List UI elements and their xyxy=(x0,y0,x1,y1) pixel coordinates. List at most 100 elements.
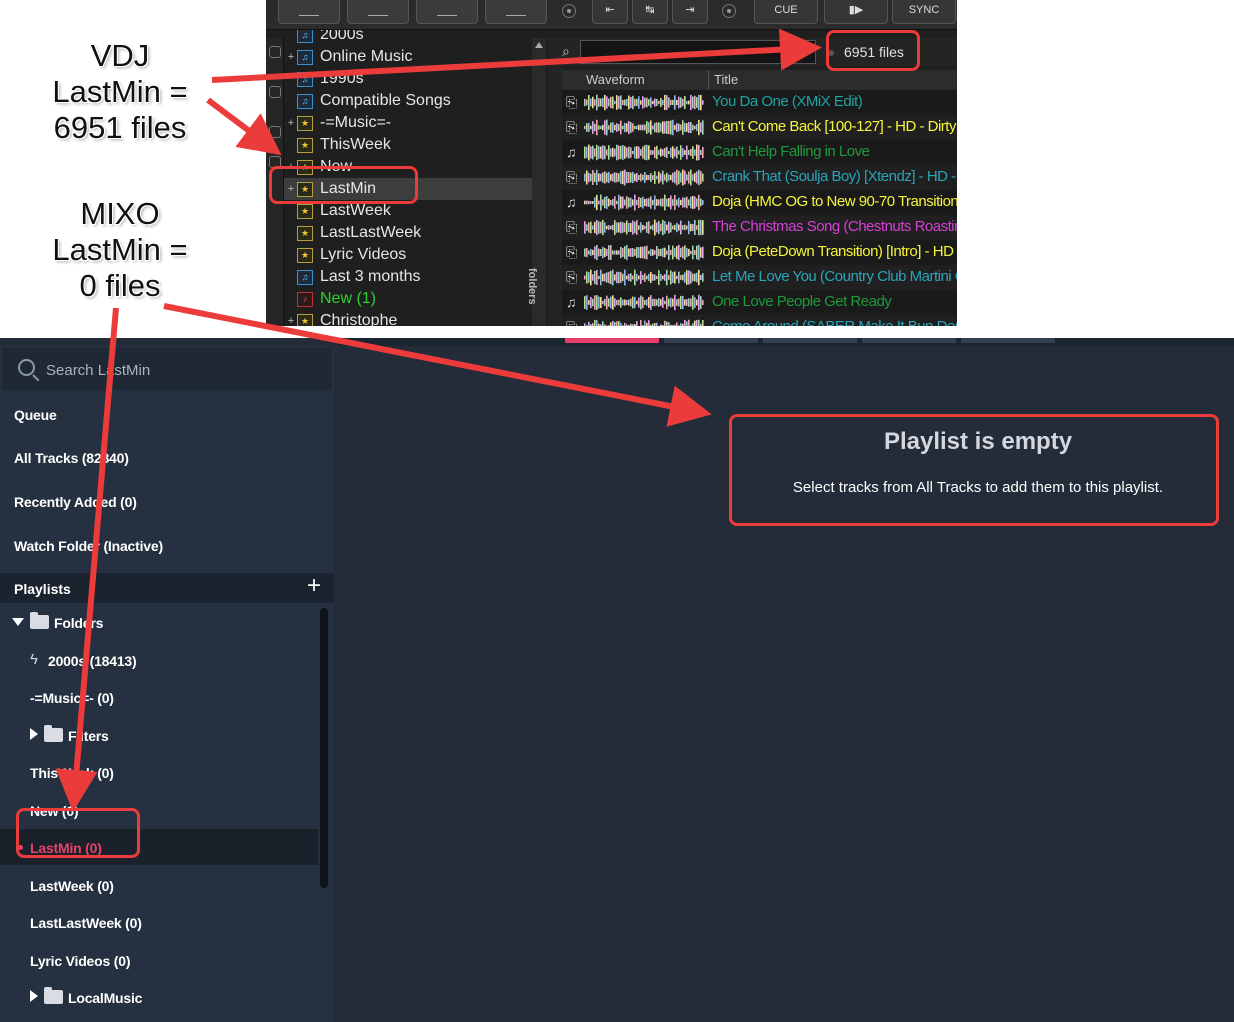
nav-recently-added[interactable]: Recently Added (0) xyxy=(14,494,137,510)
vdj-tree-item[interactable]: + ♫ Online Music xyxy=(284,46,534,68)
mixo-search-bar xyxy=(2,348,332,390)
track-title: Can't Help Falling in Love xyxy=(712,143,870,160)
waveform-thumbnail xyxy=(584,194,704,211)
hotcue-pad-1[interactable] xyxy=(278,0,340,24)
collapse-icon[interactable] xyxy=(30,727,38,740)
vdj-tree-item[interactable]: + ★ Christophe xyxy=(284,310,534,326)
track-row[interactable]: ⎘ You Da One (XMiX Edit) xyxy=(562,90,957,115)
track-row[interactable]: ⎘ Let Me Love You (Country Club Martini C… xyxy=(562,265,957,290)
playlist-item[interactable]: Christophe (0) xyxy=(0,1017,318,1022)
track-row[interactable]: ♫ One Love People Get Ready xyxy=(562,290,957,315)
vdj-folders-tab[interactable]: folders xyxy=(526,38,562,326)
mixo-tab[interactable] xyxy=(763,338,857,343)
annotation-line: 0 files xyxy=(79,268,161,303)
vdj-search-input[interactable] xyxy=(580,40,816,64)
jump-forward-button[interactable]: ⇥ xyxy=(672,0,708,24)
track-title: The Christmas Song (Chestnuts Roasting O… xyxy=(712,218,957,235)
vdj-tree-item[interactable]: ♫ Compatible Songs xyxy=(284,90,534,112)
vdj-tree-item[interactable]: ★ ThisWeek xyxy=(284,134,534,156)
track-row[interactable]: ⎘ Can't Come Back [100-127] - HD - Dirty xyxy=(562,115,957,140)
mixo-tab-active[interactable] xyxy=(565,338,659,343)
mixo-search-input[interactable] xyxy=(46,358,316,382)
nav-all-tracks[interactable]: All Tracks (82840) xyxy=(14,450,129,466)
vdj-tree-item[interactable]: ♫ 2000s xyxy=(284,30,534,46)
vdj-tree-item[interactable]: + ★ -=Music=- xyxy=(284,112,534,134)
play-pause-button[interactable]: ▮▶ xyxy=(824,0,888,24)
music-folder-icon: ♫ xyxy=(297,50,313,65)
vdj-tree-item[interactable]: ★ Lyric Videos xyxy=(284,244,534,266)
video-file-icon: ⎘ xyxy=(566,319,577,326)
playlist-item[interactable]: LastLastWeek (0) xyxy=(0,904,318,940)
waveform-thumbnail xyxy=(584,94,704,111)
filter-folder-icon: ♪ xyxy=(297,292,313,307)
playlist-item[interactable]: ϟ 2000s (18413) xyxy=(0,642,318,678)
track-row[interactable]: ⎘ Doja (PeteDown Transition) [Intro] - HD… xyxy=(562,240,957,265)
expand-icon[interactable]: + xyxy=(286,46,296,68)
arrow-to-vdj-lastmin xyxy=(206,97,282,156)
vdj-tree-item-label: LastLastWeek xyxy=(320,224,422,241)
playlist-item[interactable]: LocalMusic xyxy=(0,979,318,1015)
track-title: Doja (PeteDown Transition) [Intro] - HD … xyxy=(712,243,957,260)
mixo-tab[interactable] xyxy=(862,338,956,343)
sampler-icon[interactable] xyxy=(269,86,281,98)
star-folder-icon: ★ xyxy=(297,204,313,219)
track-row[interactable]: ♫ Doja (HMC OG to New 90-70 Transition Ed… xyxy=(562,190,957,215)
column-divider[interactable] xyxy=(708,70,709,90)
track-row[interactable]: ⎘ Crank That (Soulja Boy) [Xtendz] - HD -… xyxy=(562,165,957,190)
playlist-item[interactable]: ThisWeek (0) xyxy=(0,754,318,790)
folder-icon xyxy=(44,987,63,1004)
search-icon xyxy=(18,359,35,376)
folder-icon xyxy=(44,724,63,742)
effects-icon[interactable] xyxy=(269,46,281,58)
history-icon[interactable] xyxy=(269,126,281,138)
callout-box-vdj-lastmin xyxy=(269,166,418,204)
cue-button[interactable]: CUE xyxy=(754,0,818,24)
hotcue-pad-2[interactable] xyxy=(347,0,409,24)
expand-icon[interactable]: + xyxy=(286,112,296,134)
nav-queue[interactable]: Queue xyxy=(14,407,57,423)
nav-watch-folder[interactable]: Watch Folder (Inactive) xyxy=(14,538,163,554)
playlists-header: Playlists + xyxy=(0,573,334,603)
mixo-annotation-label: MIXO LastMin = 0 files xyxy=(40,196,200,304)
vdj-tree-item[interactable]: ♫ 1990s xyxy=(284,68,534,90)
annotation-line: LastMin = xyxy=(52,74,188,109)
jump-back-button[interactable]: ⇤ xyxy=(592,0,628,24)
mixo-tab[interactable] xyxy=(961,338,1055,343)
video-file-icon: ⎘ xyxy=(566,219,578,235)
loop-button[interactable]: ↹ xyxy=(632,0,668,24)
playlist-item[interactable]: -=Music=- (0) xyxy=(0,679,318,715)
star-folder-icon: ★ xyxy=(297,116,313,131)
playlist-item[interactable]: Filters xyxy=(0,717,318,753)
music-folder-icon: ♫ xyxy=(297,270,313,285)
mixo-tab[interactable] xyxy=(664,338,758,343)
vdj-tree-item-label: New (1) xyxy=(320,290,377,307)
music-folder-icon: ♫ xyxy=(297,30,313,43)
add-playlist-button[interactable]: + xyxy=(302,574,326,599)
mixo-tree-scrollbar[interactable] xyxy=(320,608,328,888)
vdj-tree-item[interactable]: ♪ New (1) xyxy=(284,288,534,310)
vdj-tree-item[interactable]: ★ LastLastWeek xyxy=(284,222,534,244)
hotcue-pad-3[interactable] xyxy=(416,0,478,24)
sync-button[interactable]: SYNC xyxy=(892,0,956,24)
expand-icon[interactable] xyxy=(12,618,24,626)
playlist-item[interactable]: Folders xyxy=(0,604,318,640)
playlist-item[interactable]: Lyric Videos (0) xyxy=(0,942,318,978)
gear-icon[interactable] xyxy=(722,4,736,18)
vdj-tree-item[interactable]: ♫ Last 3 months xyxy=(284,266,534,288)
playlist-item[interactable]: LastWeek (0) xyxy=(0,867,318,903)
track-row[interactable]: ♫ Can't Help Falling in Love xyxy=(562,140,957,165)
mixo-sidebar: Queue All Tracks (82840) Recently Added … xyxy=(0,346,334,1022)
track-row[interactable]: ⎘ The Christmas Song (Chestnuts Roasting … xyxy=(562,215,957,240)
video-file-icon: ⎘ xyxy=(566,94,578,110)
audio-file-icon: ♫ xyxy=(566,294,577,310)
audio-file-icon: ♫ xyxy=(566,194,577,210)
collapse-icon[interactable] xyxy=(30,990,38,1002)
column-title[interactable]: Title xyxy=(714,70,738,90)
vdj-track-list: Waveform Title ⎘ You Da One (XMiX Edit) ⎘ C… xyxy=(562,70,957,326)
track-row[interactable]: ⎘ Come Around (SABER Make It Bun Dem) Re.… xyxy=(562,315,957,326)
column-waveform[interactable]: Waveform xyxy=(586,70,645,90)
track-title: Crank That (Soulja Boy) [Xtendz] - HD - … xyxy=(712,168,957,185)
hotcue-pad-4[interactable] xyxy=(485,0,547,24)
expand-icon[interactable]: + xyxy=(286,310,296,326)
record-dot-icon[interactable] xyxy=(562,4,576,18)
